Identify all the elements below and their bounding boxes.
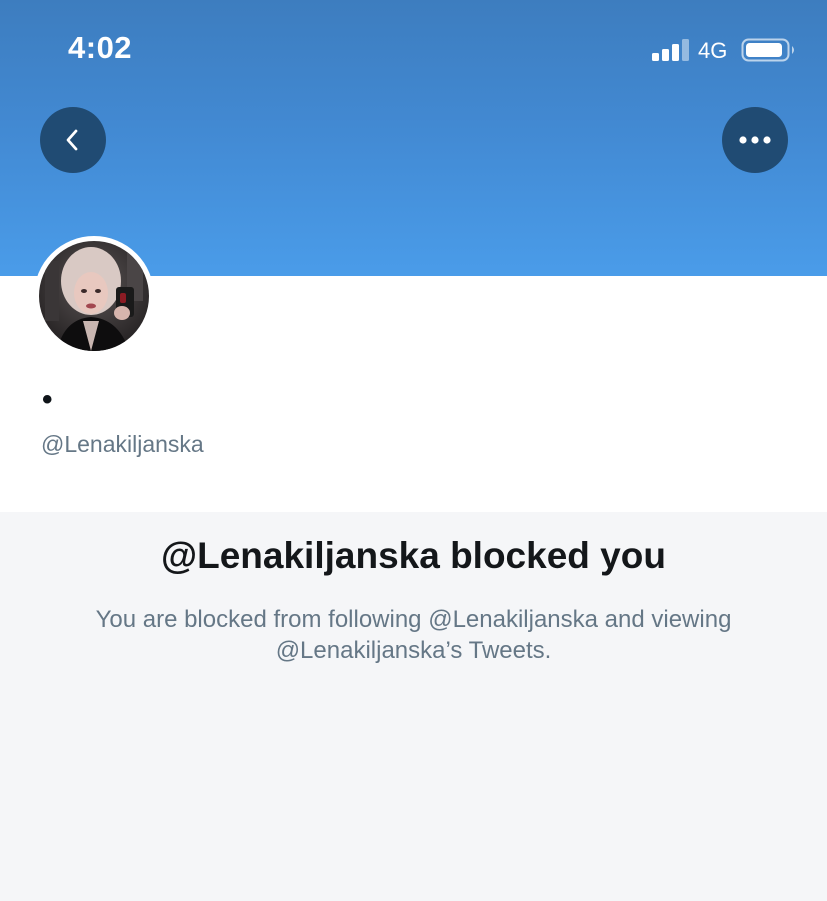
chevron-left-icon <box>66 129 78 151</box>
status-time: 4:02 <box>68 30 133 65</box>
avatar-photo <box>39 241 149 351</box>
battery-icon <box>741 38 794 62</box>
blocked-description: You are blocked from following @Lenakilj… <box>95 606 732 664</box>
blocked-title: @Lenakiljanska blocked you <box>161 535 666 576</box>
display-name: • <box>42 383 53 416</box>
avatar[interactable] <box>34 236 154 356</box>
more-options-button[interactable] <box>722 107 788 173</box>
signal-bars-icon <box>652 39 689 61</box>
profile-handle: @Lenakiljanska <box>41 431 204 457</box>
back-button[interactable] <box>40 107 106 173</box>
network-type: 4G <box>698 38 728 63</box>
ellipsis-icon <box>739 136 771 144</box>
